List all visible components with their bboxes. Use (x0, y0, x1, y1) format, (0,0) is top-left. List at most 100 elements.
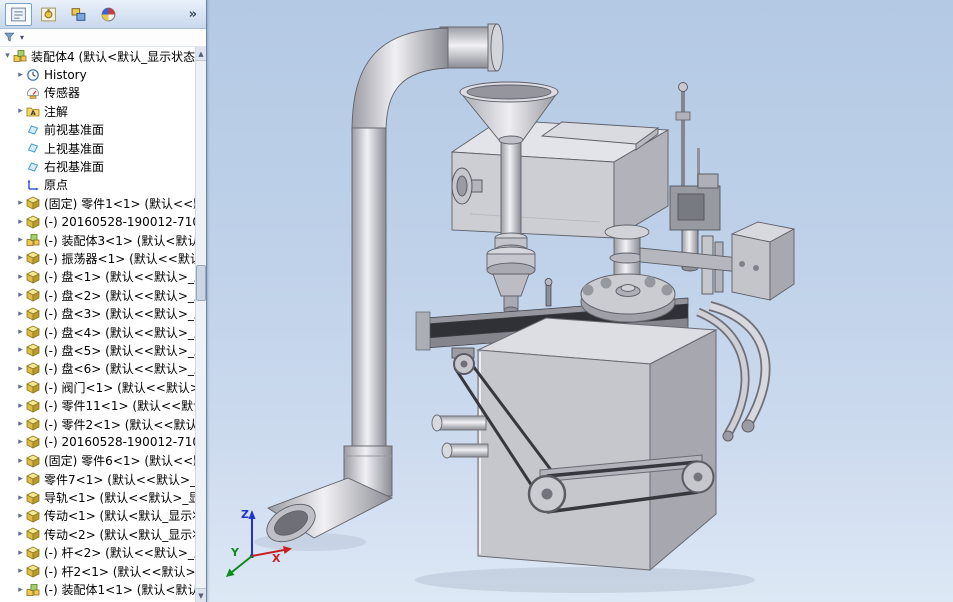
expand-caret-icon[interactable]: ▸ (15, 548, 26, 558)
configurationmanager-tab[interactable] (65, 3, 92, 26)
tree-item-label: 传动<1> (默认<默认_显示状 (44, 507, 195, 524)
expand-caret-icon[interactable]: ▸ (15, 437, 26, 447)
tree-item[interactable]: ▸(-) 盘<1> (默认<<默认>_显 (0, 268, 195, 286)
expand-caret-icon[interactable]: ▸ (15, 106, 26, 116)
tree-item[interactable]: ▸(-) 阀门<1> (默认<<默认> (0, 378, 195, 396)
filter-bar: ▾ (0, 29, 206, 47)
plane-icon (26, 141, 41, 155)
part-icon (26, 270, 41, 284)
tree-item-label: (-) 杆<2> (默认<<默认>_显 (44, 544, 195, 561)
expand-caret-icon[interactable]: ▾ (2, 51, 13, 61)
tree-item[interactable]: ▸(-) 20160528-190012-7101 (0, 433, 195, 451)
expand-caret-icon[interactable]: ▸ (15, 401, 26, 411)
expand-caret-icon[interactable]: ▸ (15, 253, 26, 263)
tree-item[interactable]: ▸ (固定) 零件6<1> (默认<<默 (0, 452, 195, 470)
tree-scrollbar: ▲ ▼ (195, 47, 206, 602)
part-icon (26, 380, 41, 394)
star-wheel[interactable] (581, 274, 675, 322)
expand-caret-icon[interactable]: ▸ (15, 511, 26, 521)
tree-item-label: 上视基准面 (44, 140, 104, 157)
feature-tree: ▾装配体4 (默认<默认_显示状态-▸History传感器▸A注解前视基准面上视… (0, 47, 195, 602)
featuremanager-panel: » ▾ ▾装配体4 (默认<默认_显示状态-▸History传感器▸A注解前视基… (0, 0, 207, 602)
tree-item[interactable]: ▾装配体4 (默认<默认_显示状态- (0, 47, 195, 65)
tree-item[interactable]: ▸ (-) 杆<2> (默认<<默认>_显 (0, 544, 195, 562)
propertymanager-tab[interactable] (35, 3, 62, 26)
expand-caret-icon[interactable]: ▸ (15, 419, 26, 429)
tree-item[interactable]: ▸ (-) 盘<5> (默认<<默认>_显 (0, 341, 195, 359)
expand-caret-icon[interactable]: ▸ (15, 309, 26, 319)
expand-caret-icon[interactable]: ▸ (15, 327, 26, 337)
plane-icon (26, 123, 41, 137)
tree-item[interactable]: 前视基准面 (0, 121, 195, 139)
tree-item-label: 导轨<1> (默认<<默认>_显 (44, 489, 195, 506)
filter-dropdown-arrow[interactable]: ▾ (20, 33, 24, 42)
displaymanager-tab[interactable] (95, 3, 122, 26)
tree-item[interactable]: 右视基准面 (0, 157, 195, 175)
svg-text:A: A (31, 109, 36, 117)
tree-item[interactable]: 传感器 (0, 84, 195, 102)
featuremanager-tab[interactable] (5, 3, 32, 26)
tree-item[interactable]: ▸传动<2> (默认<默认_显示状 (0, 525, 195, 543)
tree-item[interactable]: ▸(-) 装配体1<1> (默认<默认 (0, 580, 195, 598)
tree-item[interactable]: ▸(-) 20160528-190012-7101 (0, 213, 195, 231)
expand-caret-icon[interactable]: ▸ (15, 566, 26, 576)
expand-caret-icon[interactable]: ▸ (15, 70, 26, 80)
tree-item[interactable]: ▸(-) 振荡器<1> (默认<<默认 (0, 249, 195, 267)
expand-caret-icon[interactable]: ▸ (15, 217, 26, 227)
expand-caret-icon[interactable]: ▸ (15, 364, 26, 374)
upper-housing[interactable] (452, 120, 668, 238)
tree-item[interactable]: ▸(-) 零件11<1> (默认<<默认 (0, 396, 195, 414)
part-icon (26, 435, 41, 449)
part-icon (26, 509, 41, 523)
sensor-rod[interactable] (676, 83, 700, 197)
part-icon (26, 215, 41, 229)
expand-caret-icon[interactable]: ▸ (15, 345, 26, 355)
tree-item[interactable]: ▸(固定) 零件1<1> (默认<<默 (0, 194, 195, 212)
tree-item[interactable]: ▸(-) 零件2<1> (默认<<默认 (0, 415, 195, 433)
tree-item[interactable]: ▸(-) 盘<3> (默认<<默认>_显 (0, 304, 195, 322)
history-icon (26, 68, 41, 82)
displaymanager-tab-icon (100, 6, 117, 23)
tree-item[interactable]: ▸History (0, 65, 195, 83)
tree-item[interactable]: 原点 (0, 176, 195, 194)
expand-toolbar-chevron[interactable]: » (185, 7, 201, 22)
filter-funnel-icon[interactable] (4, 28, 18, 47)
tree-item-label: (固定) 零件6<1> (默认<<默 (44, 452, 195, 469)
triad-y-label: Y (230, 546, 240, 559)
expand-caret-icon[interactable]: ▸ (15, 474, 26, 484)
expand-caret-icon[interactable]: ▸ (15, 198, 26, 208)
tree-item[interactable]: ▸ 传动<1> (默认<默认_显示状 (0, 507, 195, 525)
expand-caret-icon[interactable]: ▸ (15, 529, 26, 539)
expand-caret-icon[interactable]: ▸ (15, 585, 26, 595)
triad-x-label: X (272, 552, 281, 565)
annotations-icon: A (26, 104, 41, 118)
tree-item-label: 右视基准面 (44, 158, 104, 175)
tree-item-label: (-) 盘<5> (默认<<默认>_显 (44, 342, 195, 359)
tree-item[interactable]: ▸(-) 盘<6> (默认<<默认>_显 (0, 360, 195, 378)
expand-caret-icon[interactable]: ▸ (15, 493, 26, 503)
tree-item[interactable]: 上视基准面 (0, 139, 195, 157)
expand-caret-icon[interactable]: ▸ (15, 290, 26, 300)
scroll-down-button[interactable]: ▼ (196, 588, 206, 602)
tree-item[interactable]: ▸(-) 盘<2> (默认<<默认>_显 (0, 286, 195, 304)
tree-item[interactable]: ▸零件7<1> (默认<<默认>_显 (0, 470, 195, 488)
tree-item-label: 原点 (44, 176, 68, 193)
tree-item[interactable]: ▸ 导轨<1> (默认<<默认>_显 (0, 488, 195, 506)
main-tank[interactable] (478, 318, 716, 570)
plane-icon (26, 160, 41, 174)
tree-item[interactable]: ▸ (-) 盘<4> (默认<<默认>_显 (0, 323, 195, 341)
tree-item[interactable]: ▸ (-) 装配体3<1> (默认<默认 (0, 231, 195, 249)
tree-item-label: (-) 装配体3<1> (默认<默认 (44, 232, 195, 249)
expand-caret-icon[interactable]: ▸ (15, 235, 26, 245)
part-icon (26, 472, 41, 486)
expand-caret-icon[interactable]: ▸ (15, 382, 26, 392)
tree-item[interactable]: ▸A注解 (0, 102, 195, 120)
capping-station[interactable] (670, 174, 723, 294)
scrollbar-thumb[interactable] (196, 265, 206, 301)
expand-caret-icon[interactable]: ▸ (15, 272, 26, 282)
tree-item[interactable]: ▸(-) 杆2<1> (默认<<默认> (0, 562, 195, 580)
expand-caret-icon[interactable]: ▸ (15, 456, 26, 466)
tree-item-label: (-) 盘<4> (默认<<默认>_显 (44, 324, 195, 341)
scroll-up-button[interactable]: ▲ (196, 47, 206, 61)
filling-valve-stack[interactable] (487, 233, 535, 313)
